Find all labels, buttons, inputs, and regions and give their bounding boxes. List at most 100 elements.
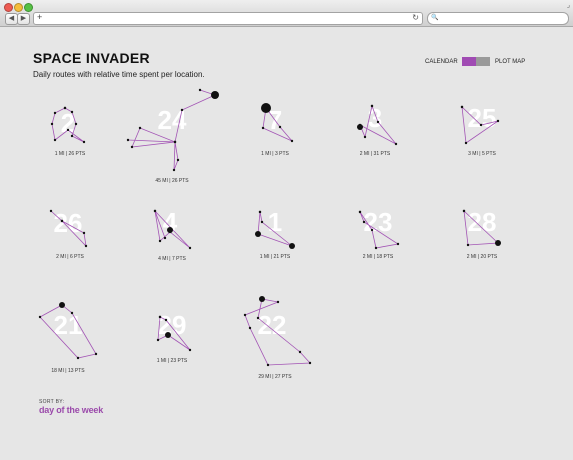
day-number: 28 <box>468 207 497 237</box>
location-dwell-point <box>289 243 295 249</box>
location-point <box>74 122 78 126</box>
location-point <box>180 108 184 112</box>
location-point <box>126 138 130 142</box>
location-point <box>163 236 167 240</box>
location-point <box>370 104 374 108</box>
location-point <box>84 244 88 248</box>
location-point <box>70 134 74 138</box>
day-route-25[interactable]: 25 3 MI | 5 PTS <box>460 103 500 157</box>
day-stats: 18 MI | 13 PTS <box>51 368 85 374</box>
location-point <box>258 210 262 214</box>
day-stats: 29 MI | 27 PTS <box>258 374 292 380</box>
location-dwell-point <box>165 332 171 338</box>
location-point <box>60 219 64 223</box>
day-route-23[interactable]: 23 2 MI | 18 PTS <box>358 207 400 260</box>
location-point <box>198 88 202 92</box>
day-route-22[interactable]: 22 29 MI | 27 PTS <box>243 296 312 380</box>
location-dwell-point <box>261 103 271 113</box>
location-point <box>94 352 98 356</box>
location-point <box>49 209 53 213</box>
location-point <box>243 313 247 317</box>
location-dwell-point <box>259 296 265 302</box>
location-point <box>172 168 176 172</box>
day-stats: 2 MI | 6 PTS <box>56 254 84 260</box>
location-point <box>396 242 400 246</box>
location-point <box>38 315 42 319</box>
location-point <box>308 361 312 365</box>
day-number: 22 <box>258 310 287 340</box>
location-point <box>496 119 500 123</box>
location-point <box>130 145 134 149</box>
location-point <box>158 239 162 243</box>
browser-window: ◀ ▶ + ↻ 🔍 ⌟ SPACE INVADER Daily routes w… <box>0 0 573 460</box>
day-stats: 1 MI | 23 PTS <box>157 358 188 364</box>
location-point <box>266 363 270 367</box>
day-number: 23 <box>364 207 393 237</box>
location-point <box>188 246 192 250</box>
location-point <box>248 326 252 330</box>
location-point <box>158 315 162 319</box>
location-point <box>298 350 302 354</box>
day-route-7[interactable]: 71 MI | 3 PTS <box>261 103 294 157</box>
location-point <box>374 246 378 250</box>
day-stats: 1 MI | 26 PTS <box>55 151 86 157</box>
route-maps-grid: 21 MI | 26 PTS 2445 MI | 26 PTS 71 MI | 3 … <box>38 88 501 380</box>
location-point <box>63 106 67 110</box>
day-route-24[interactable]: 2445 MI | 26 PTS <box>126 88 219 184</box>
location-point <box>70 110 74 114</box>
day-number: 25 <box>468 103 497 133</box>
location-dwell-point <box>211 91 219 99</box>
day-number: 26 <box>54 208 83 238</box>
location-dwell-point <box>59 302 65 308</box>
location-point <box>278 125 282 129</box>
location-point <box>479 123 483 127</box>
day-route-21[interactable]: 21 18 MI | 13 PTS <box>38 302 98 374</box>
location-point <box>276 300 280 304</box>
location-dwell-point <box>495 240 501 246</box>
location-point <box>363 135 367 139</box>
location-point <box>370 228 374 232</box>
location-point <box>76 356 80 360</box>
day-route-2[interactable]: 21 MI | 26 PTS <box>50 106 86 157</box>
location-point <box>358 210 362 214</box>
location-point <box>82 140 86 144</box>
day-number: 3 <box>368 103 382 133</box>
location-point <box>50 122 54 126</box>
location-point <box>188 348 192 352</box>
day-stats: 45 MI | 26 PTS <box>155 178 189 184</box>
day-route-1[interactable]: 11 MI | 21 PTS <box>255 207 295 260</box>
location-point <box>464 141 468 145</box>
day-stats: 2 MI | 18 PTS <box>363 254 394 260</box>
location-dwell-point <box>167 227 173 233</box>
location-point <box>138 126 142 130</box>
day-number: 21 <box>54 310 83 340</box>
day-number: 29 <box>158 310 187 340</box>
location-dwell-point <box>357 124 363 130</box>
location-point <box>362 220 366 224</box>
location-dwell-point <box>255 231 261 237</box>
day-stats: 4 MI | 7 PTS <box>158 256 186 262</box>
location-point <box>466 243 470 247</box>
day-route-4[interactable]: 44 MI | 7 PTS <box>153 207 192 262</box>
location-point <box>164 318 168 322</box>
location-point <box>462 209 466 213</box>
day-route-3[interactable]: 3 2 MI | 31 PTS <box>357 103 398 157</box>
day-stats: 3 MI | 5 PTS <box>468 151 496 157</box>
location-point <box>53 111 57 115</box>
location-point <box>290 139 294 143</box>
day-stats: 1 MI | 21 PTS <box>260 254 291 260</box>
location-point <box>394 142 398 146</box>
location-point <box>460 105 464 109</box>
location-point <box>261 126 265 130</box>
day-route-29[interactable]: 29 1 MI | 23 PTS <box>156 310 192 364</box>
location-point <box>256 316 260 320</box>
day-route-28[interactable]: 28 2 MI | 20 PTS <box>462 207 501 260</box>
day-route-26[interactable]: 26 2 MI | 6 PTS <box>49 208 88 260</box>
day-stats: 2 MI | 31 PTS <box>360 151 391 157</box>
location-point <box>260 220 264 224</box>
day-stats: 1 MI | 3 PTS <box>261 151 289 157</box>
day-stats: 2 MI | 20 PTS <box>467 254 498 260</box>
location-point <box>66 128 70 132</box>
location-point <box>82 231 86 235</box>
location-point <box>156 338 160 342</box>
